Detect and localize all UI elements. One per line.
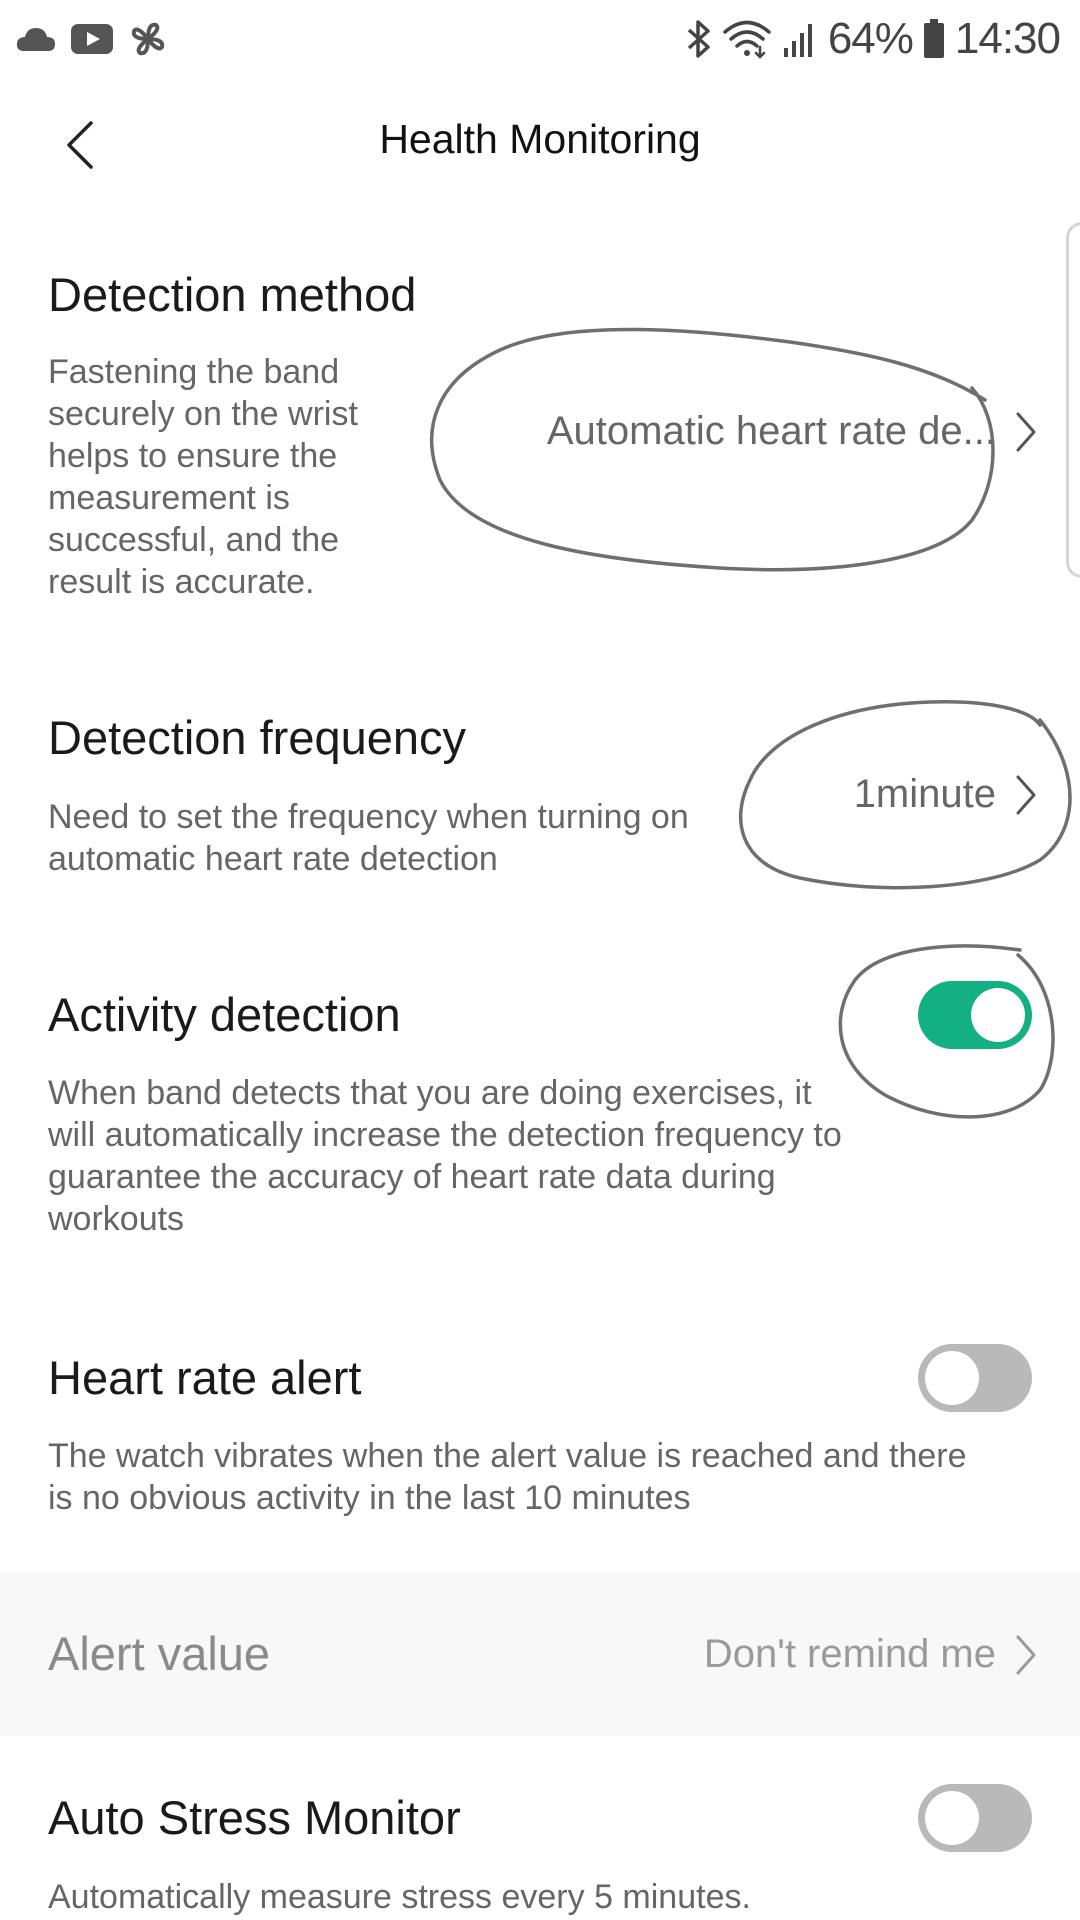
toggle-knob [925, 1351, 979, 1405]
setting-detection-method[interactable]: Detection method Fastening the band secu… [0, 255, 1080, 615]
heart-rate-alert-title: Heart rate alert [48, 1351, 362, 1404]
youtube-icon [70, 23, 114, 55]
detection-frequency-value[interactable]: 1minute [854, 772, 1038, 817]
chevron-right-icon [1014, 1634, 1038, 1676]
activity-detection-description: When band detects that you are doing exe… [48, 1074, 842, 1238]
cloud-icon [16, 25, 56, 53]
detection-method-value-text: Automatic heart rate de... [546, 409, 996, 453]
detection-frequency-description: Need to set the frequency when turning o… [48, 798, 689, 878]
setting-detection-frequency[interactable]: Detection frequency Need to set the freq… [0, 700, 1080, 900]
alert-value-value-text: Don't remind me [703, 1632, 996, 1676]
pinwheel-icon [128, 19, 168, 59]
status-bar-left [16, 14, 168, 64]
auto-stress-monitor-toggle[interactable] [918, 1784, 1032, 1852]
setting-auto-stress-monitor: Auto Stress Monitor Automatically measur… [0, 1778, 1080, 1920]
auto-stress-monitor-description: Automatically measure stress every 5 min… [48, 1878, 751, 1916]
setting-heart-rate-alert: Heart rate alert The watch vibrates when… [0, 1338, 1080, 1538]
detection-method-description: Fastening the band securely on the wrist… [48, 353, 358, 601]
setting-alert-value[interactable]: Alert value Don't remind me [0, 1572, 1080, 1736]
alert-value-value[interactable]: Don't remind me [704, 1632, 1038, 1677]
chevron-right-icon [1014, 774, 1038, 816]
toggle-knob [925, 1791, 979, 1845]
bluetooth-icon [686, 18, 712, 60]
wifi-icon [722, 19, 772, 59]
setting-activity-detection: Activity detection When band detects tha… [0, 975, 1080, 1265]
battery-percent: 64% [827, 14, 914, 63]
page-title: Health Monitoring [379, 116, 701, 162]
activity-detection-toggle[interactable] [918, 981, 1032, 1049]
alert-value-title: Alert value [48, 1627, 271, 1680]
detection-method-value[interactable]: Automatic heart rate de... [547, 409, 1038, 454]
signal-icon [782, 20, 818, 58]
detection-method-title: Detection method [48, 268, 417, 321]
status-bar: 64% 14:30 [0, 0, 1080, 78]
heart-rate-alert-description: The watch vibrates when the alert value … [48, 1437, 967, 1517]
auto-stress-monitor-title: Auto Stress Monitor [48, 1791, 461, 1844]
activity-detection-title: Activity detection [48, 988, 401, 1041]
status-bar-right: 64% 14:30 [686, 10, 1061, 68]
battery-icon [923, 19, 945, 59]
app-header: Health Monitoring [0, 78, 1080, 206]
detection-frequency-value-text: 1minute [853, 772, 996, 816]
detection-frequency-title: Detection frequency [48, 711, 467, 764]
clock: 14:30 [954, 14, 1061, 63]
heart-rate-alert-toggle[interactable] [918, 1344, 1032, 1412]
chevron-right-icon [1014, 411, 1038, 453]
toggle-knob [971, 988, 1025, 1042]
